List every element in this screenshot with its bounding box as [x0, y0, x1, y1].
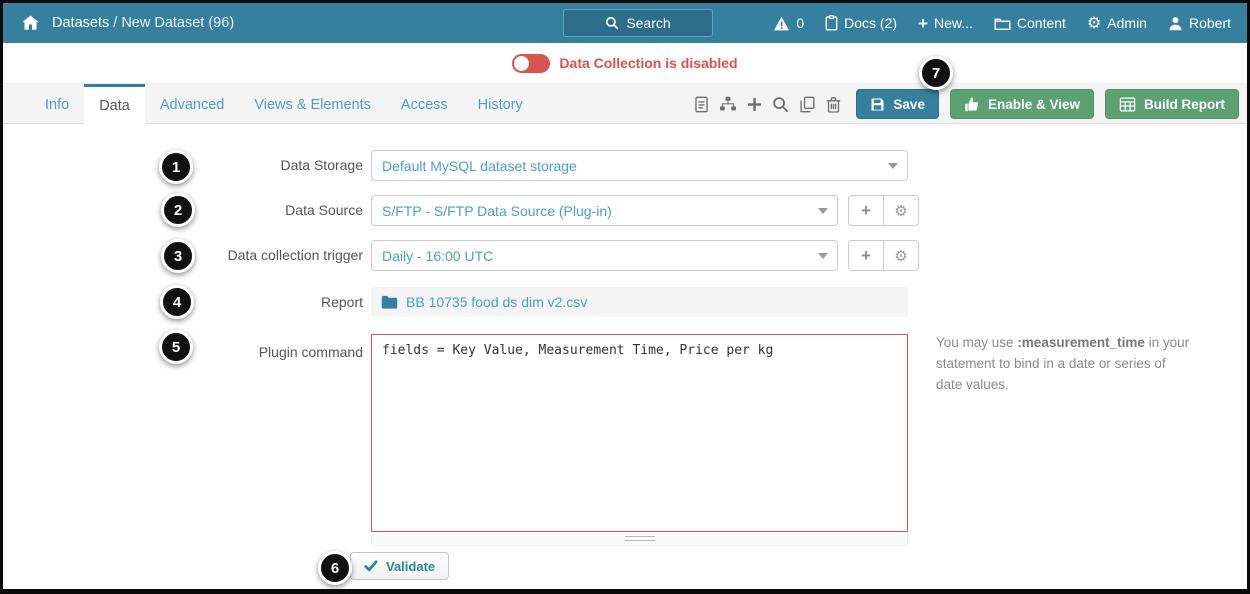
chevron-down-icon [888, 163, 898, 169]
annotation-step-3: 3 [161, 239, 195, 273]
tab-views-elements[interactable]: Views & Elements [239, 84, 386, 123]
tab-advanced[interactable]: Advanced [145, 84, 240, 123]
user-menu-item[interactable]: Robert [1168, 15, 1231, 31]
copy-icon[interactable] [794, 96, 821, 113]
add-trigger-button[interactable]: + [848, 240, 884, 271]
admin-label: Admin [1107, 15, 1147, 31]
enable-view-button[interactable]: Enable & View [949, 89, 1094, 119]
trigger-actions: + ⚙ [848, 240, 919, 271]
trigger-value: Daily - 16:00 UTC [382, 247, 494, 264]
thumbs-up-icon [964, 97, 980, 112]
check-icon [364, 560, 378, 572]
report-file-name: BB 10735 food ds dim v2.csv [406, 294, 588, 310]
configure-trigger-button[interactable]: ⚙ [883, 240, 919, 271]
gear-icon: ⚙ [1086, 13, 1102, 32]
annotation-step-4: 4 [160, 285, 194, 319]
add-data-source-button[interactable]: + [848, 195, 884, 226]
trash-icon[interactable] [821, 96, 846, 113]
docs-label: Docs (2) [844, 15, 898, 31]
data-source-select[interactable]: S/FTP - S/FTP Data Source (Plug-in) [371, 195, 838, 226]
clipboard-icon [825, 15, 838, 31]
save-label: Save [893, 96, 925, 112]
top-navigation-bar: Datasets / New Dataset (96) Search 0 Doc… [3, 3, 1247, 43]
content-menu-item[interactable]: Content [994, 15, 1066, 31]
data-source-value: S/FTP - S/FTP Data Source (Plug-in) [382, 202, 612, 219]
tab-history[interactable]: History [463, 84, 538, 123]
add-icon[interactable] [742, 97, 767, 112]
annotation-step-6: 6 [318, 551, 352, 585]
data-storage-select[interactable]: Default MySQL dataset storage [371, 150, 908, 181]
chevron-down-icon [818, 208, 828, 214]
topbar-left: Datasets / New Dataset (96) [21, 14, 234, 32]
breadcrumb-section[interactable]: Datasets [52, 15, 109, 31]
plugin-command-textarea[interactable]: fields = Key Value, Measurement Time, Pr… [371, 334, 908, 532]
breadcrumb: Datasets / New Dataset (96) [52, 15, 234, 31]
floppy-disk-icon [870, 97, 885, 112]
enable-view-label: Enable & View [987, 96, 1080, 112]
dataset-toolbar: Save Enable & View Build Report [689, 84, 1239, 124]
new-label: New... [933, 15, 973, 31]
admin-menu-item[interactable]: ⚙ Admin [1086, 13, 1147, 32]
topbar-menu: 0 Docs (2) + New... Content ⚙ Admin Robe… [773, 3, 1231, 43]
warning-triangle-icon [773, 16, 790, 31]
annotation-step-5: 5 [159, 330, 193, 364]
gear-icon: ⚙ [894, 246, 908, 265]
new-menu-item[interactable]: + New... [918, 15, 973, 32]
alerts-count: 0 [796, 15, 805, 31]
tabs: Info Data Advanced Views & Elements Acce… [30, 84, 538, 124]
annotation-step-7: 7 [919, 56, 953, 90]
alerts-menu-item[interactable]: 0 [773, 15, 804, 31]
plugin-command-help: You may use :measurement_time in your st… [936, 335, 1190, 392]
build-report-button[interactable]: Build Report [1105, 89, 1239, 119]
app-window: Datasets / New Dataset (96) Search 0 Doc… [0, 0, 1250, 594]
search-button[interactable]: Search [563, 9, 713, 37]
report-file-link[interactable]: BB 10735 food ds dim v2.csv [371, 287, 908, 317]
measurement-time-token: :measurement_time [1017, 335, 1145, 350]
toggle-knob [514, 55, 530, 71]
table-icon [1119, 96, 1136, 112]
document-icon[interactable] [689, 96, 714, 113]
status-banner-text: Data Collection is disabled [559, 55, 738, 71]
data-source-actions: + ⚙ [848, 195, 919, 226]
annotation-step-1: 1 [159, 150, 193, 184]
validate-label: Validate [386, 558, 436, 574]
folder-icon [381, 295, 398, 309]
validate-button[interactable]: Validate [350, 552, 450, 580]
content-label: Content [1016, 15, 1066, 31]
tab-access[interactable]: Access [386, 84, 463, 123]
save-button[interactable]: Save [856, 89, 939, 119]
tab-data[interactable]: Data [84, 84, 145, 124]
status-banner: Data Collection is disabled [3, 43, 1247, 83]
data-storage-value: Default MySQL dataset storage [382, 157, 577, 174]
trigger-select[interactable]: Daily - 16:00 UTC [371, 240, 838, 271]
docs-menu-item[interactable]: Docs (2) [825, 15, 897, 31]
sitemap-icon[interactable] [714, 96, 742, 112]
tab-bar: Info Data Advanced Views & Elements Acce… [3, 83, 1247, 124]
home-icon[interactable] [21, 14, 40, 32]
person-icon [1168, 16, 1183, 31]
build-report-label: Build Report [1144, 96, 1225, 112]
search-toolbar-icon[interactable] [767, 96, 794, 113]
configure-data-source-button[interactable]: ⚙ [883, 195, 919, 226]
textarea-resize-handle[interactable] [371, 532, 908, 546]
plus-icon: + [918, 13, 928, 33]
breadcrumb-current: / New Dataset (96) [109, 15, 235, 31]
gear-icon: ⚙ [894, 201, 908, 220]
chevron-down-icon [818, 253, 828, 259]
user-label: Robert [1188, 15, 1231, 31]
data-collection-toggle[interactable] [512, 53, 551, 73]
annotation-step-2: 2 [161, 193, 195, 227]
search-icon [605, 16, 619, 30]
search-label: Search [626, 15, 671, 31]
folder-icon [994, 16, 1011, 31]
grip-lines [624, 536, 655, 541]
tab-info[interactable]: Info [30, 84, 84, 123]
